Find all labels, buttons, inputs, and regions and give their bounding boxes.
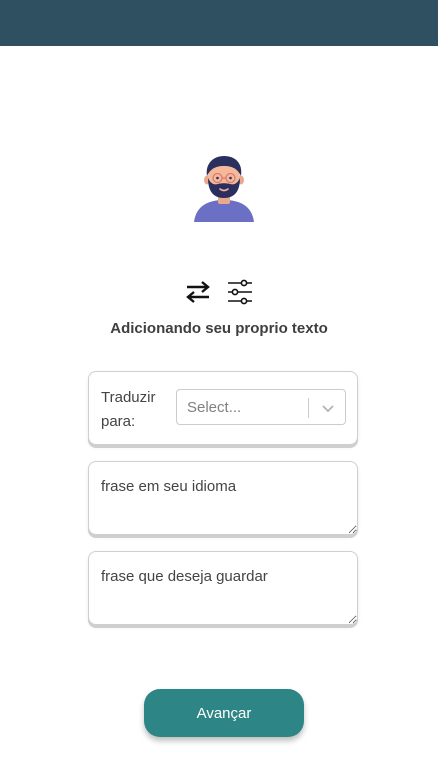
chevron-down-icon[interactable] [319,399,337,417]
save-phrase-card [88,551,358,625]
swap-arrows-icon[interactable] [184,278,212,306]
top-header-bar [0,0,438,46]
next-button[interactable]: Avançar [144,689,304,737]
language-select-placeholder: Select... [187,399,242,416]
mode-toolbar [0,278,438,306]
user-avatar [194,156,254,222]
sliders-icon[interactable] [226,278,254,306]
native-phrase-input[interactable] [89,462,357,534]
translate-label: Traduzir para: [101,389,156,430]
page-title: Adicionando seu proprio texto [110,320,328,337]
language-select[interactable]: Select... [176,389,346,425]
save-phrase-input[interactable] [89,552,357,624]
select-separator [308,398,309,418]
native-phrase-card [88,461,358,535]
translate-card: Traduzir para: Select... [88,371,358,445]
